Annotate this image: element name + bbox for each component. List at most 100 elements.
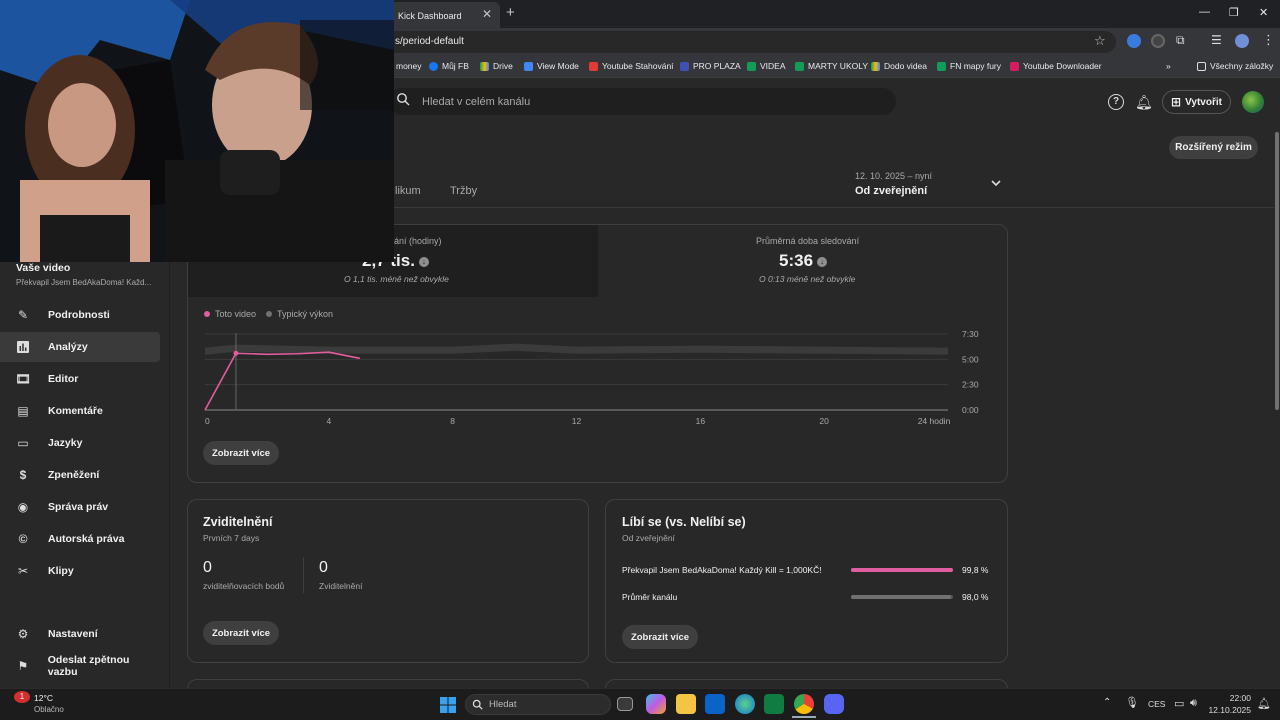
metric-value: 5:36 ↓ [779,251,828,271]
clock-time[interactable]: 22:00 [1213,693,1251,703]
chevron-down-icon[interactable] [991,178,1001,188]
windows-start-icon[interactable] [440,697,456,713]
network-icon[interactable]: ▭ [1174,697,1184,710]
metric-label: Průměrná doba sledování [756,236,860,246]
sidebar-item-settings[interactable]: ⚙ Nastavení [0,619,160,649]
chevron-up-icon[interactable]: ⌃ [1103,697,1111,708]
show-more-label: Zobrazit více [630,631,690,643]
minimize-icon[interactable]: — [1199,6,1210,18]
bookmark-item[interactable]: View Mode [524,61,579,71]
bell-icon[interactable]: 🔔︎ [1135,94,1153,111]
bookmark-item[interactable]: MARTY UKOLY [795,61,868,71]
languages-icon: ▭ [17,436,29,450]
bookmarks-more[interactable]: » [1166,61,1171,71]
tab-audience[interactable]: likum [395,185,421,197]
chrome-icon[interactable] [794,694,814,714]
bookmark-label: VIDEA [760,61,786,71]
likes-row-label: Průměr kanálu [622,592,678,602]
taskbar [0,688,1280,720]
sidebar-item-analytics[interactable]: Analýzy [0,332,160,362]
task-view-icon[interactable] [617,697,633,711]
notification-icon[interactable]: 🔔︎ [1257,697,1271,710]
puzzle-icon[interactable]: ⧉ [1176,33,1185,48]
microphone-icon[interactable]: 🎙︎ [1125,696,1139,709]
download-icon [589,61,598,71]
sidebar-item-copyright[interactable]: © Autorská práva [0,524,160,554]
points-label: zviditelňovacích bodů [203,581,285,591]
extension-icon[interactable] [1127,34,1141,48]
avatar[interactable] [1242,91,1264,113]
sidebar-item-comments[interactable]: ▤ Komentáře [0,396,160,426]
bookmark-item[interactable]: PRO PLAZA [680,61,741,71]
sidebar-item-rights[interactable]: ◉ Správa práv [0,492,160,522]
taskbar-search[interactable] [465,694,611,715]
sidebar-item-details[interactable]: ✎ Podrobnosti [0,300,160,330]
bookmark-star-icon[interactable]: ☆ [1094,33,1106,49]
profile-icon[interactable] [1235,34,1249,48]
copilot-icon[interactable] [646,694,666,714]
restore-icon[interactable]: ❐ [1229,6,1239,19]
sheets-icon [747,61,756,71]
sidebar-item-languages[interactable]: ▭ Jazyky [0,428,160,458]
discord-icon[interactable] [824,694,844,714]
create-button[interactable]: ⊞ Vytvořit [1162,90,1231,114]
sidebar-video-title: Vaše video [16,262,71,274]
language-indicator[interactable]: CES [1148,699,1165,709]
volume-icon[interactable]: 🔊︎ [1190,697,1197,710]
bookmark-item[interactable]: FN mapy fury [937,61,1001,71]
bookmark-item[interactable]: Youtube Downloader [1010,61,1102,71]
weather-temp[interactable]: 12°C [34,693,53,703]
show-more-button[interactable]: Zobrazit více [203,621,279,645]
promotions-label: Zviditelnění [319,581,363,591]
sidebar-item-label: Komentáře [48,405,103,417]
kebab-menu-icon[interactable]: ⋮ [1262,32,1275,48]
outlook-icon[interactable] [705,694,725,714]
taskbar-search-placeholder: Hledat [489,699,517,710]
sidebar-video-subtitle: Překvapil Jsem BedAkaDoma! Každ... [16,278,152,287]
metric-sub: O 1,1 tis. méně než obvykle [344,274,449,284]
address-bar[interactable] [380,31,1116,53]
x-tick-label: 20 [819,416,829,426]
bookmark-item[interactable]: money [396,61,422,71]
x-tick-label: 16 [696,416,706,426]
file-explorer-icon[interactable] [676,694,696,714]
scrollbar-thumb[interactable] [1275,132,1279,410]
show-more-button[interactable]: Zobrazit více [622,625,698,649]
tab-revenue[interactable]: Tržby [450,185,477,197]
help-icon[interactable]: ? [1108,94,1124,110]
excel-icon[interactable] [764,694,784,714]
legend-dot [204,311,210,317]
card-title: Zviditelnění [203,515,273,529]
bookmark-item[interactable]: Youtube Stahování [589,61,674,71]
likes-row-value: 99,8 % [962,565,989,575]
all-bookmarks[interactable]: Všechny záložky [1197,61,1273,71]
new-tab-icon[interactable]: + [506,4,515,21]
weather-badge: 1 [14,691,30,703]
search-icon [472,699,483,710]
bookmark-item[interactable]: VIDEA [747,61,786,71]
sidebar-item-label: Autorská práva [48,533,125,545]
sidebar-item-editor[interactable]: 🎞︎ Editor [0,364,160,394]
bookmark-label: Youtube Downloader [1023,61,1102,71]
bookmark-item[interactable]: Můj FB [429,61,469,71]
media-icon[interactable]: ☰ [1211,33,1222,47]
window-close-icon[interactable]: ✕ [1259,6,1268,19]
sidebar-item-monetization[interactable]: $ Zpeněžení [0,460,160,490]
weather-desc: Oblačno [34,705,64,714]
edge-icon[interactable] [735,694,755,714]
sidebar-item-clips[interactable]: ✂ Klipy [0,556,160,586]
bookmark-item[interactable]: Dodo videa [871,61,927,71]
tab-label: likum [395,185,421,197]
webcam-image [0,0,394,262]
retention-chart[interactable]: 0:00 2:30 5:00 7:30 0 4 8 12 16 20 24 hodin [196,325,986,430]
sidebar-item-feedback[interactable]: ⚑ Odeslat zpětnou vazbu [0,651,160,681]
date-range-picker[interactable]: 12. 10. 2025 – nyní Od zveřejnění [855,171,932,197]
show-more-button[interactable]: Zobrazit více [203,441,279,465]
advanced-mode-button[interactable]: Rozšířený režim [1169,136,1258,159]
points-value: 0 [203,559,212,576]
close-icon[interactable]: ✕ [482,7,492,21]
down-arrow-icon: ↓ [418,256,429,267]
gear-icon: ⚙ [17,627,29,641]
bookmark-item[interactable]: Drive [480,61,513,71]
extension-icon[interactable] [1151,34,1165,48]
